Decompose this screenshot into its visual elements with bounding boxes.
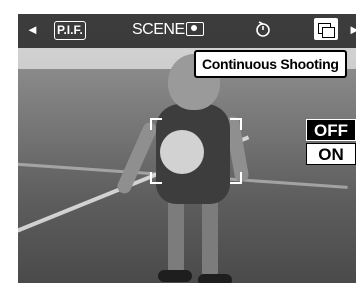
scene-label[interactable]: SCENE — [132, 21, 185, 39]
right-arrow-icon[interactable]: ► — [348, 23, 356, 36]
continuous-shooting-icon[interactable] — [314, 18, 338, 40]
self-timer-icon[interactable] — [254, 20, 272, 38]
menu-tooltip: Continuous Shooting — [194, 50, 347, 78]
camera-lcd: ◄ P.I.F. SCENE ► Continuous Shooting OFF… — [18, 14, 356, 283]
option-off[interactable]: OFF — [306, 119, 356, 141]
menu-bar: ◄ P.I.F. SCENE ► — [18, 14, 356, 48]
af-frame — [150, 118, 242, 184]
camera-icon[interactable] — [186, 22, 204, 36]
option-on[interactable]: ON — [306, 143, 356, 165]
continuous-options: OFF ON — [306, 119, 356, 167]
left-arrow-icon[interactable]: ◄ — [26, 23, 39, 36]
pif-icon[interactable]: P.I.F. — [54, 21, 86, 40]
